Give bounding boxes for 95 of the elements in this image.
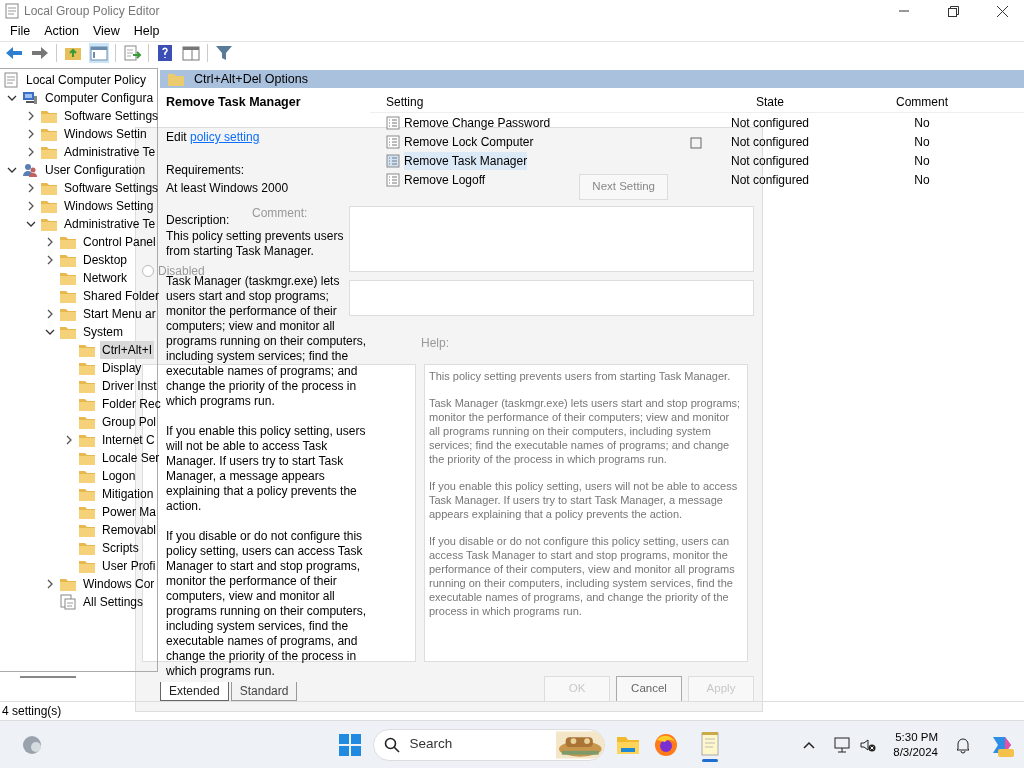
policy-icon xyxy=(3,71,19,88)
description-paragraph: This policy setting prevents users from starting Task Manager. xyxy=(166,229,345,260)
tree-item[interactable]: Desktop xyxy=(81,250,130,269)
maximize-icon[interactable] xyxy=(690,137,702,149)
folder-icon xyxy=(168,72,184,86)
tree-item[interactable]: Driver Inst xyxy=(100,376,159,395)
help-icon[interactable] xyxy=(155,42,175,63)
tree-item[interactable]: Ctrl+Alt+I xyxy=(100,340,154,359)
tree-item[interactable]: All Settings xyxy=(81,592,146,611)
pane-title: Ctrl+Alt+Del Options xyxy=(194,70,308,88)
tree-toggle-icon[interactable] xyxy=(89,42,109,63)
computer-icon xyxy=(22,89,38,106)
settings-icon xyxy=(60,593,76,610)
edit-label: Edit xyxy=(166,130,188,145)
tree-item[interactable]: Windows Cor xyxy=(81,574,157,593)
policy-icon xyxy=(386,153,400,168)
tree-item[interactable]: User Configuration xyxy=(43,160,148,179)
dialog-button[interactable]: Cancel xyxy=(616,676,682,702)
tree-item[interactable]: Display xyxy=(100,358,144,377)
status-text: 4 setting(s) xyxy=(2,703,62,720)
state-cell-text: Not configured xyxy=(729,133,810,151)
tree-item[interactable]: Windows Setting xyxy=(62,196,156,215)
tree-item[interactable]: Internet C xyxy=(100,430,157,449)
setting-name[interactable]: Remove Lock Computer xyxy=(404,132,534,151)
tree-item[interactable]: Locale Ser xyxy=(100,448,162,467)
description-paragraph: If you disable or do not configure this policy setting, users can access Task Manager to start and stop programs, monitor the performance of their computers, view and monitor all programs running on their computers, including system services, find the executable names of programs, and change the priority of the process in which programs run. xyxy=(166,529,368,680)
restore-icon[interactable] xyxy=(947,5,959,17)
policy-setting-link[interactable]: policy setting xyxy=(190,130,260,145)
comment-cell-text: No xyxy=(913,114,931,132)
tree-item[interactable]: Administrative Te xyxy=(62,142,158,161)
tree-item[interactable]: Start Menu ar xyxy=(81,304,158,323)
policy-icon xyxy=(386,134,400,149)
tree-item[interactable]: Group Pol xyxy=(100,412,159,431)
tree-item[interactable]: User Profi xyxy=(100,556,158,575)
menu-item[interactable]: View xyxy=(86,22,126,41)
tree-item[interactable]: Power Ma xyxy=(100,502,159,521)
comment-cell-text: No xyxy=(913,133,931,151)
state-cell-text: Not configured xyxy=(729,114,810,132)
tree-item[interactable]: Administrative Te xyxy=(62,214,158,233)
active-indicator xyxy=(702,759,718,762)
tree-item[interactable]: Logon xyxy=(100,466,138,485)
bell-icon[interactable] xyxy=(954,735,972,754)
help-paragraph: If you enable this policy setting, users will not be able to access Task Manager. If users try to start Task Manager, a message appears explaining that a policy prevents the action. xyxy=(429,479,739,521)
description-label: Description: xyxy=(166,212,230,230)
app-icon xyxy=(5,3,19,19)
export-list-icon[interactable] xyxy=(122,42,142,63)
tree-item[interactable]: Software Settings xyxy=(62,106,161,125)
view-tab[interactable]: Extended xyxy=(160,682,229,701)
requirements-text: At least Windows 2000 xyxy=(166,180,289,198)
state-cell-text: Not configured xyxy=(729,152,810,170)
tree-item[interactable]: Mitigation xyxy=(100,484,156,503)
help-paragraph: Task Manager (taskmgr.exe) lets users start and stop programs; monitor the performance of their computers; view and monitor all programs running on their computers, including system services; find the executable names of programs; and change the priority of the process in which programs run. xyxy=(429,396,742,466)
setting-name[interactable]: Remove Logoff xyxy=(404,170,486,189)
date-text[interactable]: 8/3/2024 xyxy=(893,744,938,760)
tree-item[interactable]: Removabl xyxy=(100,520,159,539)
radio-button[interactable] xyxy=(142,265,154,277)
column-header[interactable]: Comment xyxy=(820,92,1024,111)
policy-icon xyxy=(386,172,400,187)
tree-item[interactable]: Local Computer Policy xyxy=(24,70,149,89)
menu-item[interactable]: Help xyxy=(127,22,166,41)
help-paragraph: If you disable or do not configure this policy setting, users can access Task Manager to start and stop programs, monitor the performance of their computers, view and monitor all programs running on their computers, including system services, find the executable names of programs, and change the priority of the process in which programs run. xyxy=(429,534,736,618)
comment-cell-text: No xyxy=(913,171,931,189)
time-text[interactable]: 5:30 PM xyxy=(895,729,938,745)
help-paragraph: This policy setting prevents users from starting Task Manager. xyxy=(429,369,732,383)
comment-cell-text: No xyxy=(913,152,931,170)
menu-item[interactable]: Action xyxy=(38,22,85,41)
users-icon xyxy=(22,161,38,178)
column-header[interactable]: State xyxy=(720,92,820,111)
help-label: Help: xyxy=(421,335,449,352)
search-bar[interactable]: Search xyxy=(373,728,605,761)
network-icon[interactable] xyxy=(833,735,852,754)
scrollbar-thumb[interactable] xyxy=(20,675,76,678)
setting-name[interactable]: Remove Change Password xyxy=(404,113,551,132)
column-header[interactable]: Setting xyxy=(370,92,720,111)
tree-item[interactable]: Folder Rec xyxy=(100,394,163,413)
requirements-label: Requirements: xyxy=(166,162,245,180)
tree-item[interactable]: Computer Configura xyxy=(43,88,156,107)
search-input[interactable]: Search xyxy=(407,733,548,756)
tree-item[interactable]: System xyxy=(81,322,125,341)
state-cell-text: Not configured xyxy=(729,171,810,189)
next-setting-button[interactable]: Next Setting xyxy=(579,174,668,200)
window-title: Local Group Policy Editor xyxy=(24,3,161,20)
comment-label: Comment: xyxy=(252,207,308,220)
tree-item[interactable]: Network xyxy=(81,268,129,287)
setting-title: Remove Task Manager xyxy=(166,94,302,112)
tree-item[interactable]: Software Settings xyxy=(62,178,161,197)
tree-item[interactable]: Scripts xyxy=(100,538,141,557)
tree-item[interactable]: Shared Folder xyxy=(81,286,162,305)
tree-item[interactable]: Control Panel xyxy=(81,232,158,251)
view-tab[interactable]: Standard xyxy=(230,682,298,701)
tree-item[interactable]: Windows Settin xyxy=(62,124,149,143)
menu-item[interactable]: File xyxy=(4,22,37,41)
close-icon[interactable] xyxy=(996,5,1008,17)
description-paragraph: If you enable this policy setting, users will not be able to access Task Manager. If users try to start Task Manager, a message appears explaining that a policy prevents the action. xyxy=(166,424,367,515)
search-icon xyxy=(384,736,400,753)
